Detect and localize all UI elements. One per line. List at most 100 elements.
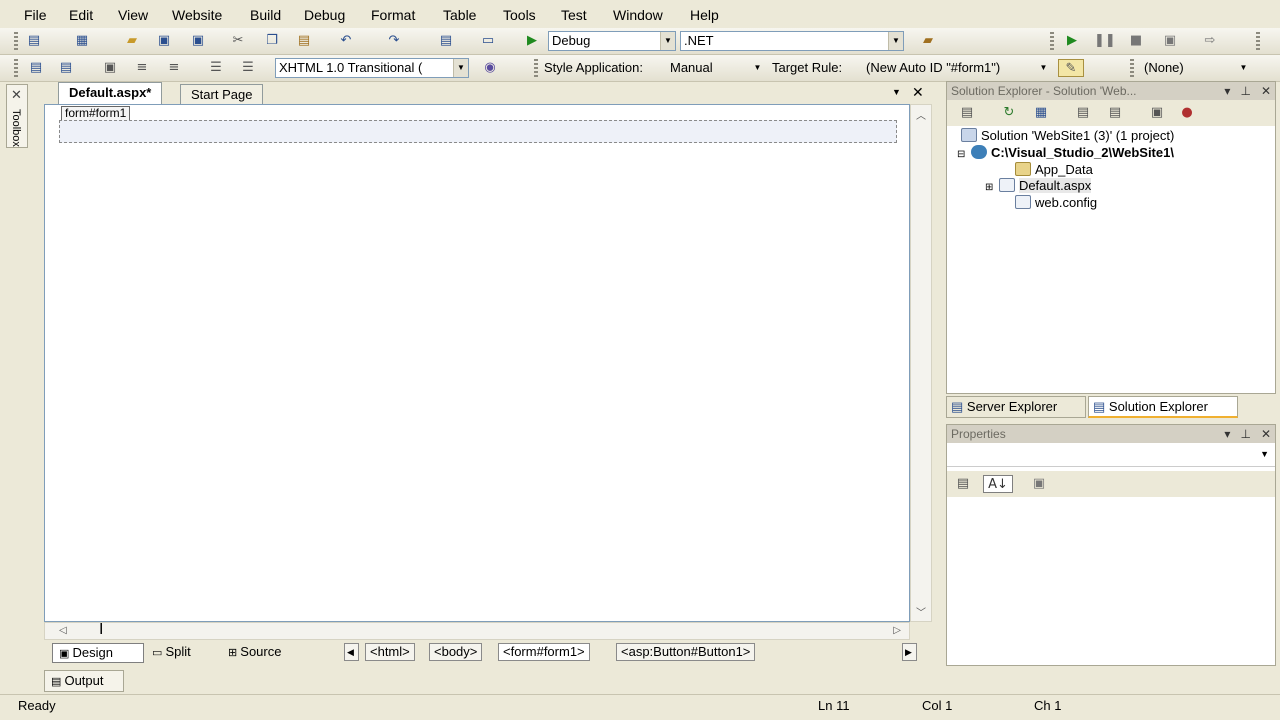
menu-help[interactable]: Help [690,7,719,23]
list-icon[interactable]: ☰ [238,59,258,77]
breadcrumb-body[interactable]: <body> [429,643,483,661]
tab-start-page[interactable]: Start Page [180,84,264,104]
tree-solution[interactable]: Solution 'WebSite1 (3)' (1 project) [961,128,1174,143]
comment-icon[interactable]: ▤ [26,59,46,77]
uncomment-icon[interactable]: ▤ [56,59,76,77]
redo-icon[interactable]: ↷ [384,32,404,50]
cut-icon[interactable]: ✂ [228,32,248,50]
close-icon[interactable]: ✕ [1261,84,1271,98]
paste-icon[interactable]: ▤ [294,32,314,50]
find-in-files-icon[interactable]: ▰ [918,32,938,50]
tree-web-config[interactable]: web.config [1015,195,1097,210]
pin-icon[interactable]: ⊥ [1240,84,1250,98]
design-surface[interactable]: form#form1 [44,104,910,622]
toolbox-tab[interactable]: ✕ Toolbox [6,84,28,148]
split-view-button[interactable]: ▭ Split [146,643,197,663]
tab-default-aspx[interactable]: Default.aspx* [58,82,163,104]
menu-tools[interactable]: Tools [503,7,536,23]
platform-select[interactable]: .NET ▼ [680,31,904,51]
breadcrumb-button[interactable]: <asp:Button#Button1> [616,643,756,661]
toolbar-grip[interactable] [1050,32,1054,51]
scroll-down-icon[interactable]: ﹀ [916,604,926,619]
copy-website-icon[interactable]: ▣ [1147,104,1167,122]
find-icon[interactable]: ▭ [478,32,498,50]
new-project-icon[interactable]: ▤ [24,32,44,50]
save-icon[interactable]: ▣ [154,32,174,50]
menu-view[interactable]: View [118,7,148,23]
breadcrumb-left-icon[interactable]: ◀ [344,643,359,661]
undo-icon[interactable]: ↶ [336,32,356,50]
form-element[interactable] [59,120,897,143]
alphabetical-icon[interactable]: A↓ [983,475,1013,493]
menu-build[interactable]: Build [250,7,281,23]
horizontal-scrollbar[interactable]: ◁ ▷ I [44,621,910,640]
menu-format[interactable]: Format [371,7,415,23]
dropdown-icon[interactable]: ▾ [1224,84,1230,98]
show-next-statement-icon[interactable]: ⇨ [1200,32,1220,50]
indent-icon[interactable]: ≡ [164,59,184,77]
scroll-left-icon[interactable]: ◁ [59,625,67,636]
object-select[interactable]: ▼ [947,445,1275,467]
close-icon[interactable]: ✕ [1261,427,1271,441]
view-code-icon[interactable]: ▤ [1073,104,1093,122]
solution-config-select[interactable]: Debug ▼ [548,31,676,51]
start-debug-icon[interactable]: ▶ [522,32,542,50]
stop-icon[interactable]: ■ [1126,32,1146,50]
tab-solution-explorer[interactable]: ▤ Solution Explorer [1088,396,1238,418]
menu-website[interactable]: Website [172,7,222,23]
menu-window[interactable]: Window [613,7,663,23]
design-view-button[interactable]: ▣ Design [52,643,144,663]
form-tag-label[interactable]: form#form1 [61,106,131,121]
breadcrumb-right-icon[interactable]: ▶ [902,643,917,661]
outdent-icon[interactable]: ≡ [132,59,152,77]
view-designer-icon[interactable]: ▤ [1105,104,1125,122]
restart-icon[interactable]: ▣ [1160,32,1180,50]
none-select[interactable]: (None) ▼ [1140,58,1252,78]
apply-new-style-icon[interactable]: ✎ [1058,59,1084,77]
categorized-icon[interactable]: ▤ [953,475,973,493]
add-item-icon[interactable]: ▦ [72,32,92,50]
properties-icon[interactable]: ▤ [957,104,977,122]
toolbar-grip[interactable] [534,59,538,78]
breadcrumb-html[interactable]: <html> [365,643,415,661]
target-rule-select[interactable]: (New Auto ID "#form1") ▼ [862,58,1052,78]
asp-config-icon[interactable]: ● [1177,104,1197,122]
tree-website[interactable]: ⊟ C:\Visual_Studio_2\WebSite1\ [957,145,1174,160]
collapse-icon[interactable]: ⊟ [957,149,971,160]
toolbar-grip[interactable] [14,32,18,51]
toolbar-grip[interactable] [1130,59,1134,78]
menu-test[interactable]: Test [561,7,587,23]
source-view-button[interactable]: ⊞ Source [222,643,287,663]
refresh-icon[interactable]: ↻ [999,104,1019,122]
copy-icon[interactable]: ❐ [262,32,282,50]
align-icon[interactable]: ☰ [206,59,226,77]
tab-server-explorer[interactable]: ▤ Server Explorer [946,396,1086,418]
active-files-dropdown-icon[interactable]: ▼ [892,87,901,97]
menu-file[interactable]: File [24,7,47,23]
continue-icon[interactable]: ▶ [1062,32,1082,50]
menu-table[interactable]: Table [443,7,476,23]
save-all-icon[interactable]: ▣ [188,32,208,50]
navigate-icon[interactable]: ▤ [436,32,456,50]
property-grid[interactable] [947,497,1275,657]
scroll-up-icon[interactable]: ︿ [916,107,926,122]
output-tab[interactable]: ▤ Output [44,670,124,692]
close-document-icon[interactable]: ✕ [912,84,924,101]
vertical-scrollbar[interactable]: ︿ ﹀ [910,104,932,622]
tree-app-data[interactable]: App_Data [1015,162,1093,177]
tree-default-aspx[interactable]: ⊞ Default.aspx [985,178,1092,193]
menu-edit[interactable]: Edit [69,7,93,23]
menu-debug[interactable]: Debug [304,7,345,23]
property-pages-icon[interactable]: ▣ [1029,475,1049,493]
toolbar-grip[interactable] [1256,32,1260,51]
select-all-icon[interactable]: ▣ [100,59,120,77]
doctype-select[interactable]: XHTML 1.0 Transitional ( ▼ [275,58,469,78]
expand-icon[interactable]: ⊞ [985,182,999,193]
scroll-right-icon[interactable]: ▷ [893,625,901,636]
breadcrumb-form[interactable]: <form#form1> [498,643,590,661]
pin-icon[interactable]: ⊥ [1240,427,1250,441]
open-file-icon[interactable]: ▰ [122,32,142,50]
pause-icon[interactable]: ❚❚ [1094,32,1116,50]
check-accessibility-icon[interactable]: ◉ [480,59,500,77]
style-application-select[interactable]: Manual ▼ [666,58,766,78]
